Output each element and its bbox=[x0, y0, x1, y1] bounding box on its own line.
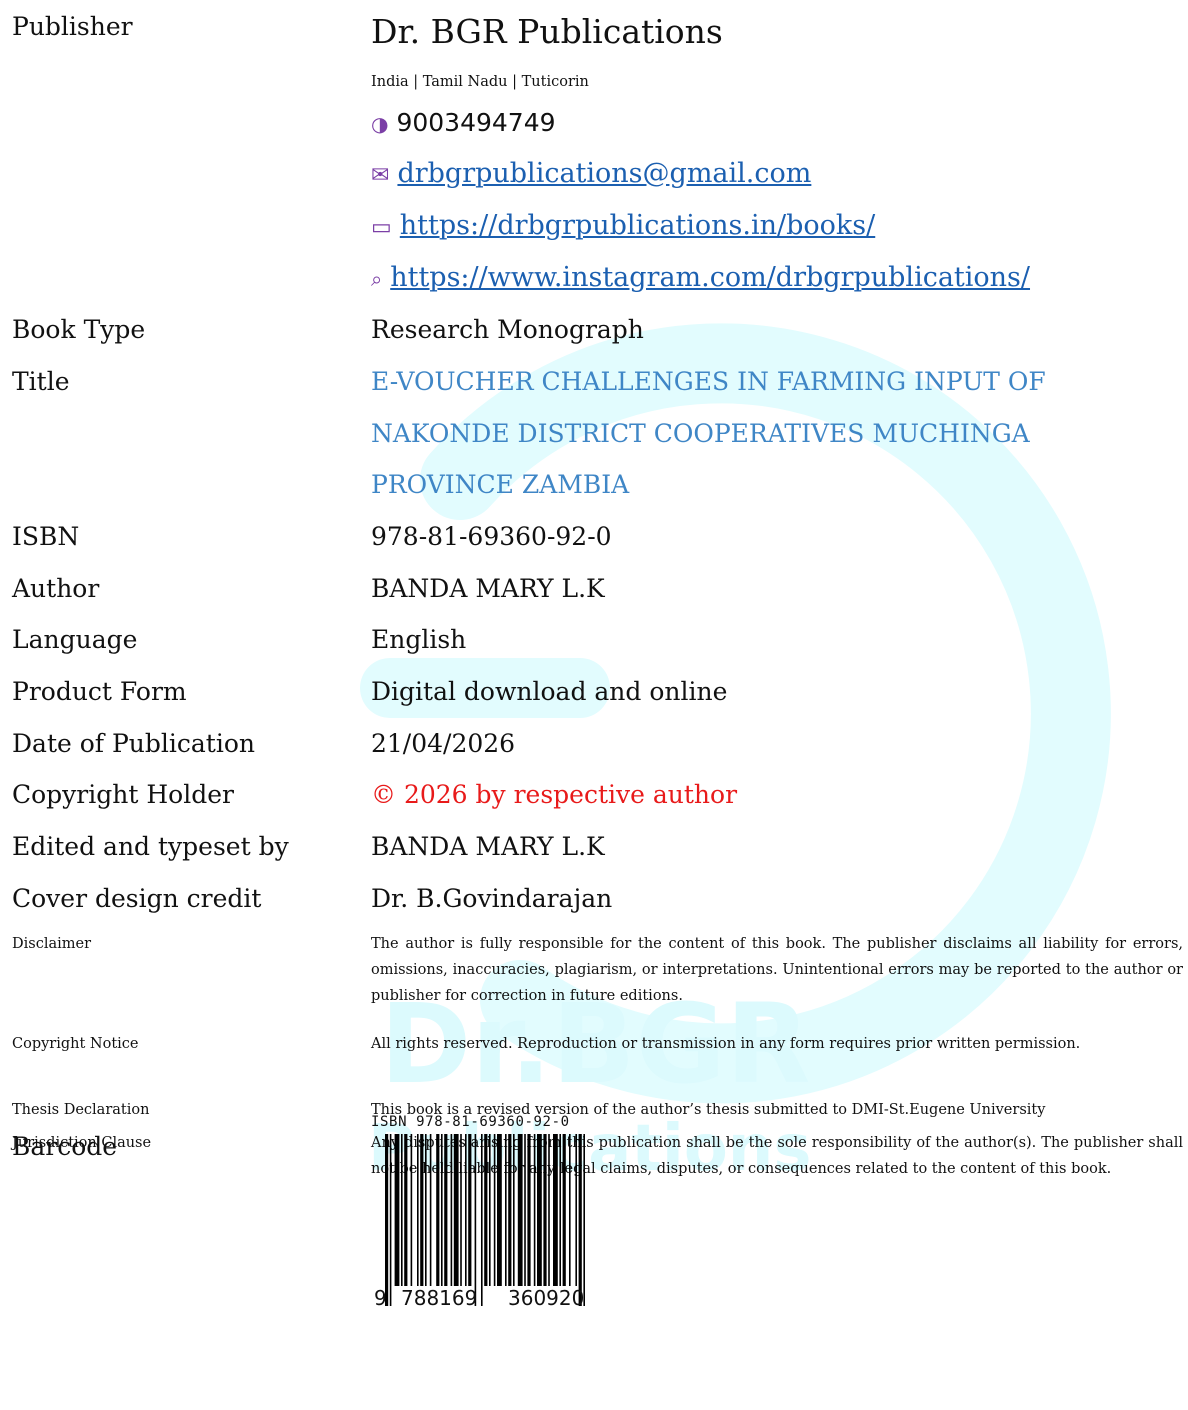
product-form-label: Product Form bbox=[12, 677, 187, 706]
barcode-bar bbox=[553, 1134, 558, 1286]
barcode-bar bbox=[474, 1134, 477, 1306]
barcode-bar bbox=[417, 1134, 419, 1286]
barcode-bar bbox=[524, 1134, 526, 1286]
book-type-value: Research Monograph bbox=[371, 315, 644, 344]
barcode-bar bbox=[559, 1134, 561, 1286]
book-type-label: Book Type bbox=[12, 315, 146, 344]
thesis-label: Thesis Declaration bbox=[12, 1102, 150, 1118]
barcode-bar bbox=[385, 1134, 389, 1306]
barcode-bar bbox=[508, 1134, 512, 1286]
title-line-3: PROVINCE ZAMBIA bbox=[371, 470, 630, 499]
barcode-bar bbox=[578, 1134, 582, 1306]
copyright-holder-label: Copyright Holder bbox=[12, 780, 234, 809]
isbn-value: 978-81-69360-92-0 bbox=[371, 522, 612, 551]
title-line-1: E-VOUCHER CHALLENGES IN FARMING INPUT OF bbox=[371, 367, 1046, 396]
publisher-label: Publisher bbox=[12, 12, 133, 41]
website-line: ▭ https://drbgrpublications.in/books/ bbox=[371, 210, 875, 241]
language-label: Language bbox=[12, 625, 138, 654]
phone-icon: ◑ bbox=[371, 112, 389, 136]
phone-line: ◑ 9003494749 bbox=[371, 108, 556, 137]
barcode-lead-digit: 9 bbox=[374, 1286, 387, 1310]
barcode-bar bbox=[489, 1134, 491, 1286]
barcode-bar bbox=[537, 1134, 542, 1286]
barcode-bar bbox=[497, 1134, 502, 1286]
cover-credit-value: Dr. B.Govindarajan bbox=[371, 884, 613, 913]
barcode-bar bbox=[410, 1134, 413, 1286]
mouse-icon: ⌕ bbox=[371, 267, 383, 291]
barcode-bar bbox=[583, 1134, 585, 1306]
barcode-right-digits: 360920 bbox=[508, 1286, 585, 1310]
email-link[interactable]: drbgrpublications@gmail.com bbox=[397, 158, 811, 189]
barcode-bars bbox=[385, 1134, 585, 1306]
barcode-bar bbox=[436, 1134, 440, 1286]
barcode-bar bbox=[465, 1134, 467, 1286]
envelope-icon: ✉ bbox=[371, 163, 390, 188]
copyright-notice-text: All rights reserved. Reproduction or tra… bbox=[371, 1036, 1081, 1052]
barcode-bar bbox=[468, 1134, 472, 1286]
copyright-holder-value: © 2026 by respective author bbox=[371, 780, 738, 809]
barcode-bar bbox=[505, 1134, 507, 1286]
barcode-bar bbox=[389, 1134, 392, 1306]
copyright-notice-label: Copyright Notice bbox=[12, 1036, 139, 1052]
barcode-bar bbox=[453, 1134, 459, 1286]
author-value: BANDA MARY L.K bbox=[371, 574, 605, 603]
author-label: Author bbox=[12, 574, 100, 603]
product-form-value: Digital download and online bbox=[371, 677, 728, 706]
publisher-location: India | Tamil Nadu | Tuticorin bbox=[371, 74, 589, 90]
barcode: ISBN 978-81-69360-92-0 9 788169 360920 bbox=[371, 1114, 611, 1314]
instagram-link[interactable]: https://www.instagram.com/drbgrpublicati… bbox=[390, 262, 1030, 293]
barcode-bar bbox=[543, 1134, 547, 1286]
title-label: Title bbox=[12, 367, 70, 396]
barcode-bar bbox=[562, 1134, 566, 1286]
isbn-label: ISBN bbox=[12, 522, 80, 551]
instagram-line: ⌕ https://www.instagram.com/drbgrpublicat… bbox=[371, 262, 1030, 293]
phone-number: 9003494749 bbox=[396, 108, 556, 137]
barcode-bar bbox=[527, 1134, 531, 1286]
barcode-label: Barcode bbox=[12, 1132, 118, 1161]
barcode-bar bbox=[575, 1134, 577, 1286]
barcode-bar bbox=[481, 1134, 483, 1306]
barcode-bar bbox=[460, 1134, 462, 1286]
date-label: Date of Publication bbox=[12, 729, 256, 758]
barcode-bar bbox=[394, 1134, 400, 1286]
barcode-bar bbox=[517, 1134, 523, 1286]
language-value: English bbox=[371, 625, 467, 654]
barcode-bar bbox=[548, 1134, 550, 1286]
barcode-bar bbox=[569, 1134, 571, 1286]
barcode-bar bbox=[533, 1134, 536, 1286]
publisher-name: Dr. BGR Publications bbox=[371, 12, 723, 51]
date-value: 21/04/2026 bbox=[371, 729, 516, 758]
website-link[interactable]: https://drbgrpublications.in/books/ bbox=[400, 210, 875, 241]
title-line-2: NAKONDE DISTRICT COOPERATIVES MUCHINGA bbox=[371, 419, 1030, 448]
barcode-left-digits: 788169 bbox=[401, 1286, 478, 1310]
barcode-bar bbox=[404, 1134, 408, 1286]
barcode-bar bbox=[401, 1134, 403, 1286]
barcode-bar bbox=[441, 1134, 443, 1286]
edited-label: Edited and typeset by bbox=[12, 832, 289, 861]
barcode-bar bbox=[484, 1134, 488, 1286]
barcode-bar bbox=[450, 1134, 453, 1286]
barcode-bar bbox=[493, 1134, 496, 1286]
barcode-bar bbox=[444, 1134, 448, 1286]
barcode-bar bbox=[425, 1134, 427, 1286]
barcode-bar bbox=[429, 1134, 432, 1286]
edited-value: BANDA MARY L.K bbox=[371, 832, 605, 861]
barcode-bar bbox=[513, 1134, 515, 1286]
barcode-bar bbox=[420, 1134, 424, 1286]
disclaimer-label: Disclaimer bbox=[12, 936, 92, 952]
email-line: ✉ drbgrpublications@gmail.com bbox=[371, 158, 811, 189]
disclaimer-text: The author is fully responsible for the … bbox=[371, 936, 1183, 1004]
cover-credit-label: Cover design credit bbox=[12, 884, 262, 913]
laptop-icon: ▭ bbox=[371, 215, 392, 240]
